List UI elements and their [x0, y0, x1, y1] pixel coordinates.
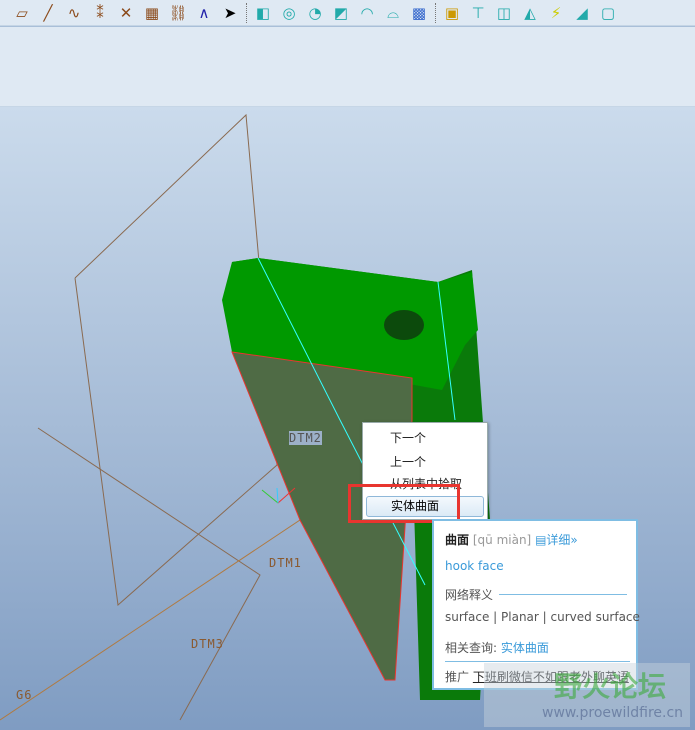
red-highlight-box — [348, 484, 460, 523]
dict-promo-label: 推广 — [445, 670, 470, 684]
divider — [445, 661, 630, 662]
watermark: 野火论坛 www.proewildfire.cn — [484, 663, 690, 727]
datum-plane-dtm1 — [37, 427, 261, 721]
menu-item-next[interactable]: 下一个 — [390, 429, 426, 446]
datum-label-dtm3: DTM3 — [191, 637, 224, 651]
dict-detail-link[interactable]: 详细» — [546, 533, 577, 547]
dict-web-section: 网络释义 — [445, 588, 494, 602]
watermark-url: www.proewildfire.cn — [542, 705, 684, 721]
datum-label-g6: G6 — [16, 688, 33, 702]
hole — [384, 310, 424, 340]
dict-related-link[interactable]: 实体曲面 — [501, 641, 549, 655]
divider — [499, 594, 627, 595]
dict-word: 曲面 — [445, 533, 470, 547]
datum-plane-dtm3 — [0, 499, 331, 721]
dict-pinyin: [qū miàn] — [472, 533, 532, 547]
dict-translation: hook face — [445, 559, 504, 573]
datum-label-dtm2: DTM2 — [289, 431, 322, 445]
datum-label-dtm1: DTM1 — [269, 556, 302, 570]
dict-related-label: 相关查询: — [445, 641, 498, 655]
menu-item-previous[interactable]: 上一个 — [390, 453, 426, 470]
add-wordbook-icon[interactable]: ▤ — [535, 533, 546, 547]
dict-web-meanings: surface | Planar | curved surface — [445, 610, 640, 624]
watermark-title: 野火论坛 — [554, 670, 667, 703]
